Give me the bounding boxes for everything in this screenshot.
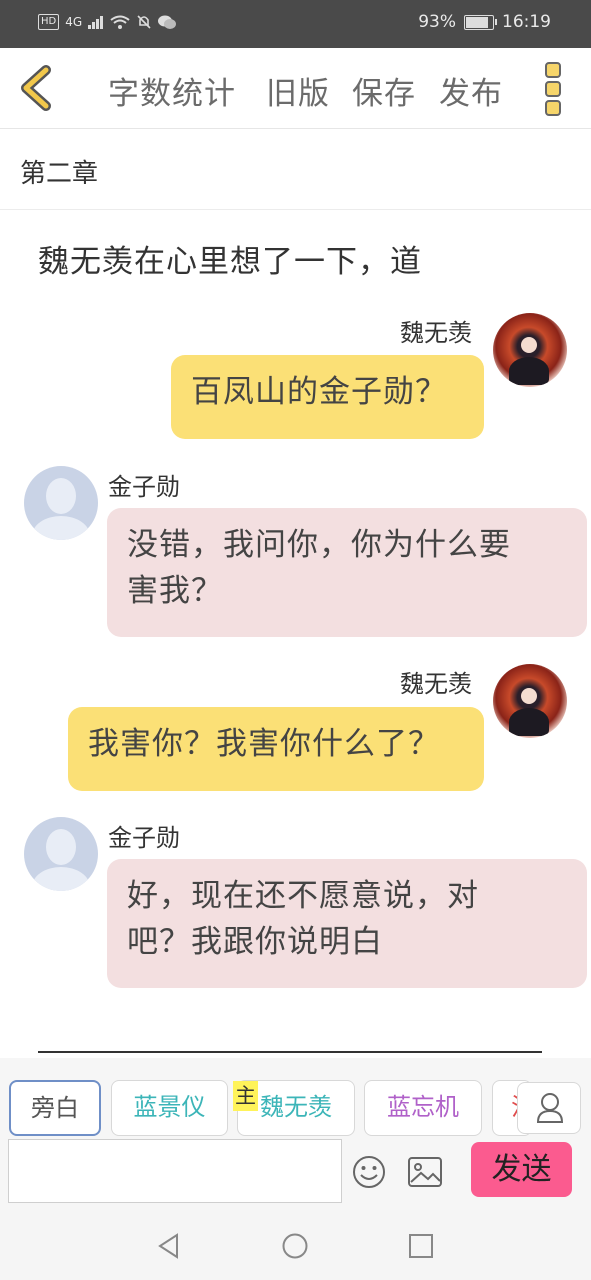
nav-home-button[interactable]	[281, 1232, 309, 1264]
avatar	[24, 466, 98, 540]
user-icon	[536, 1093, 564, 1123]
content-end-divider	[38, 1051, 542, 1053]
chapter-title: 第二章	[20, 159, 99, 189]
wechat-icon	[158, 15, 177, 29]
avatar	[493, 664, 567, 738]
avatar	[493, 313, 567, 387]
save-button[interactable]: 保存	[352, 68, 416, 113]
speaker-name: 魏无羡	[400, 670, 472, 698]
mute-bell-icon	[137, 15, 151, 29]
back-button[interactable]	[14, 62, 66, 114]
battery-level	[466, 16, 489, 28]
clock: 16:19	[502, 12, 551, 32]
message-line: 百凤山的金子勋？	[191, 374, 447, 410]
role-chip-narrator[interactable]: 旁白	[9, 1080, 101, 1136]
message-bubble[interactable]: 没错，我问你，你为什么要 害我？	[107, 508, 587, 637]
status-right-info: 93% 16:19	[418, 12, 551, 32]
system-nav-bar	[0, 1210, 591, 1280]
more-menu-button[interactable]	[536, 62, 570, 116]
speaker-name: 魏无羡	[400, 319, 472, 347]
message-line: 没错，我问你，你为什么要	[127, 527, 511, 563]
image-icon	[408, 1157, 442, 1187]
narration-text: 魏无羡在心里想了一下，道	[38, 244, 422, 280]
speaker-name: 金子勋	[108, 824, 180, 852]
message-input[interactable]	[8, 1139, 342, 1203]
hd-label: HD	[38, 14, 60, 30]
more-vertical-icon	[545, 100, 561, 116]
battery-icon	[464, 14, 497, 30]
image-button[interactable]	[407, 1155, 443, 1189]
publish-button[interactable]: 发布	[439, 68, 503, 113]
chapter-title-bar[interactable]: 第二章	[0, 129, 591, 210]
main-role-badge: 主	[233, 1081, 258, 1111]
more-vertical-icon	[545, 81, 561, 97]
home-circle-icon	[282, 1233, 308, 1259]
message-bubble[interactable]: 我害你？我害你什么了？	[68, 707, 484, 791]
back-triangle-icon	[158, 1233, 178, 1259]
message-line: 我害你？我害你什么了？	[88, 726, 440, 762]
signal-icon	[88, 16, 104, 29]
nav-recents-button[interactable]	[407, 1232, 435, 1264]
editor-toolbar: 字数统计 旧版 保存 发布	[0, 48, 591, 129]
recents-square-icon	[409, 1234, 433, 1258]
role-chip-lanjingyi[interactable]: 蓝景仪	[111, 1080, 228, 1136]
add-role-button[interactable]	[517, 1082, 581, 1134]
message-line: 好，现在还不愿意说，对	[127, 878, 479, 914]
wifi-icon	[110, 15, 130, 29]
chevron-left-icon	[21, 65, 51, 111]
battery-percent: 93%	[418, 12, 456, 32]
status-bar: HD 4G 93% 16:19	[0, 0, 591, 48]
emoji-icon	[353, 1156, 385, 1188]
emoji-button[interactable]	[351, 1154, 387, 1190]
old-version-button[interactable]: 旧版	[266, 68, 330, 113]
message-line: 吧？我跟你说明白	[127, 924, 383, 960]
message-bubble[interactable]: 百凤山的金子勋？	[171, 355, 484, 439]
avatar	[24, 817, 98, 891]
speaker-name: 金子勋	[108, 473, 180, 501]
word-count-button[interactable]: 字数统计	[108, 68, 236, 113]
nav-back-button[interactable]	[155, 1232, 183, 1264]
network-label: 4G	[65, 15, 83, 29]
message-line: 害我？	[127, 573, 223, 609]
send-button[interactable]: 发送	[471, 1142, 572, 1197]
status-left-icons: HD 4G	[38, 14, 177, 30]
more-vertical-icon	[545, 62, 561, 78]
role-chip-lanwangji[interactable]: 蓝忘机	[364, 1080, 482, 1136]
message-bubble[interactable]: 好，现在还不愿意说，对 吧？我跟你说明白	[107, 859, 587, 988]
